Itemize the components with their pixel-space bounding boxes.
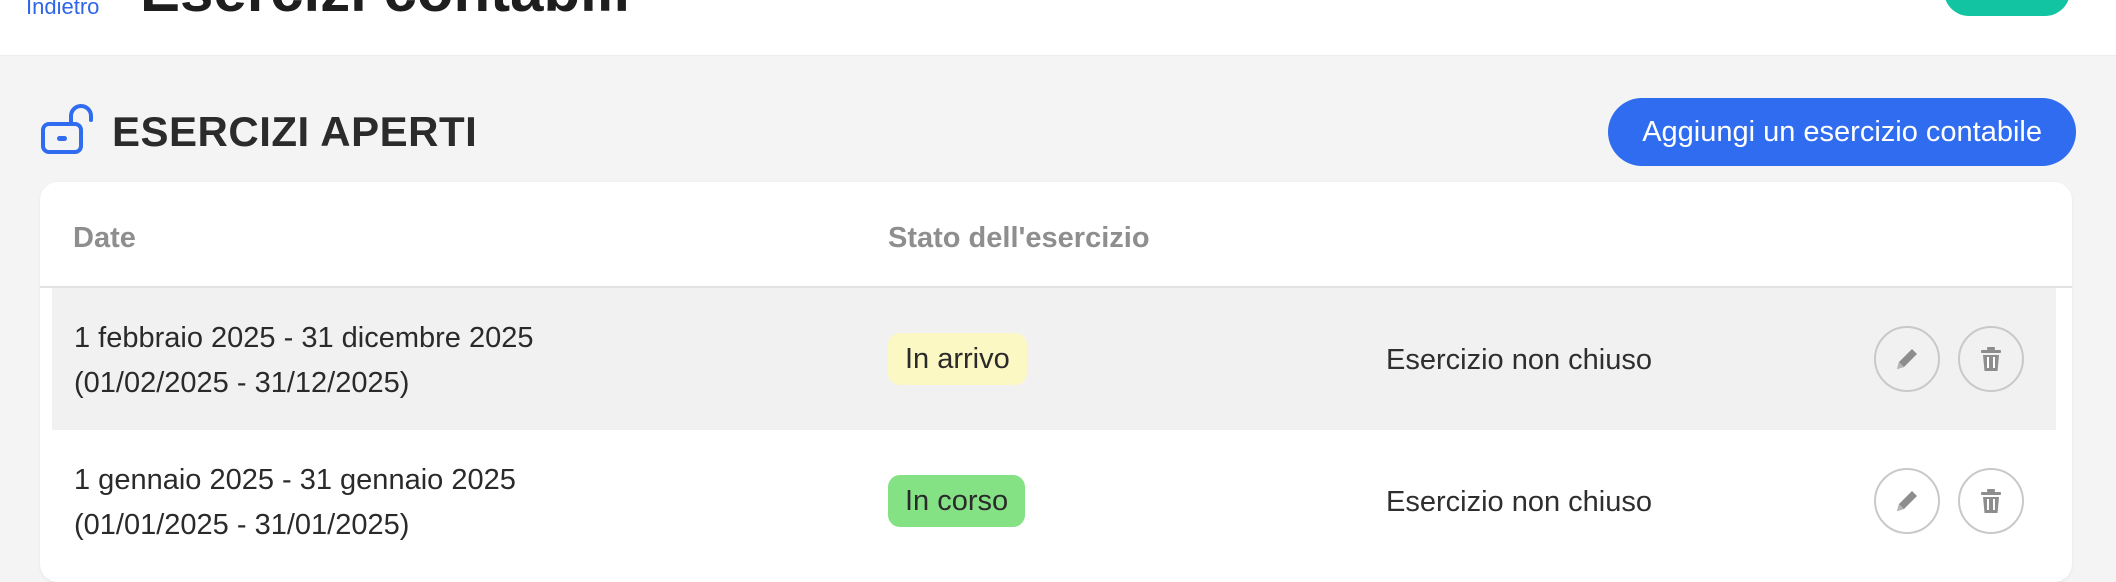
top-action-button[interactable] bbox=[1944, 0, 2070, 16]
top-bar: Indietro Esercizi contabili bbox=[0, 0, 2116, 56]
date-range-short: (01/02/2025 - 31/12/2025) bbox=[74, 367, 410, 399]
closure-status: Esercizio non chiuso bbox=[1386, 486, 1652, 518]
page-title: Esercizi contabili bbox=[140, 0, 630, 25]
edit-button[interactable] bbox=[1874, 468, 1940, 534]
column-header-status: Stato dell'esercizio bbox=[888, 222, 1150, 254]
delete-button[interactable] bbox=[1958, 468, 2024, 534]
add-fiscal-year-button[interactable]: Aggiungi un esercizio contabile bbox=[1608, 98, 2076, 166]
trash-icon bbox=[1981, 489, 2001, 513]
date-range-long: 1 febbraio 2025 - 31 dicembre 2025 bbox=[74, 322, 534, 354]
status-badge: In corso bbox=[888, 475, 1026, 527]
date-range-long: 1 gennaio 2025 - 31 gennaio 2025 bbox=[74, 464, 516, 496]
table-row[interactable]: 1 gennaio 2025 - 31 gennaio 2025 (01/01/… bbox=[52, 430, 2056, 572]
delete-button[interactable] bbox=[1958, 326, 2024, 392]
table-row[interactable]: 1 febbraio 2025 - 31 dicembre 2025 (01/0… bbox=[52, 288, 2056, 430]
section-header: ESERCIZI APERTI Aggiungi un esercizio co… bbox=[40, 98, 2076, 166]
table-header: Date Stato dell'esercizio bbox=[40, 182, 2072, 288]
status-badge: In arrivo bbox=[888, 333, 1027, 385]
closure-status: Esercizio non chiuso bbox=[1386, 344, 1652, 376]
date-range-short: (01/01/2025 - 31/01/2025) bbox=[74, 509, 410, 541]
fiscal-years-table: Date Stato dell'esercizio 1 febbraio 202… bbox=[40, 182, 2072, 582]
section-title: ESERCIZI APERTI bbox=[112, 108, 478, 155]
back-link[interactable]: Indietro bbox=[26, 0, 99, 20]
unlocked-padlock-icon bbox=[41, 104, 93, 154]
pencil-icon bbox=[1897, 349, 1917, 369]
pencil-icon bbox=[1897, 491, 1917, 511]
column-header-date: Date bbox=[73, 222, 136, 254]
trash-icon bbox=[1981, 347, 2001, 371]
edit-button[interactable] bbox=[1874, 326, 1940, 392]
